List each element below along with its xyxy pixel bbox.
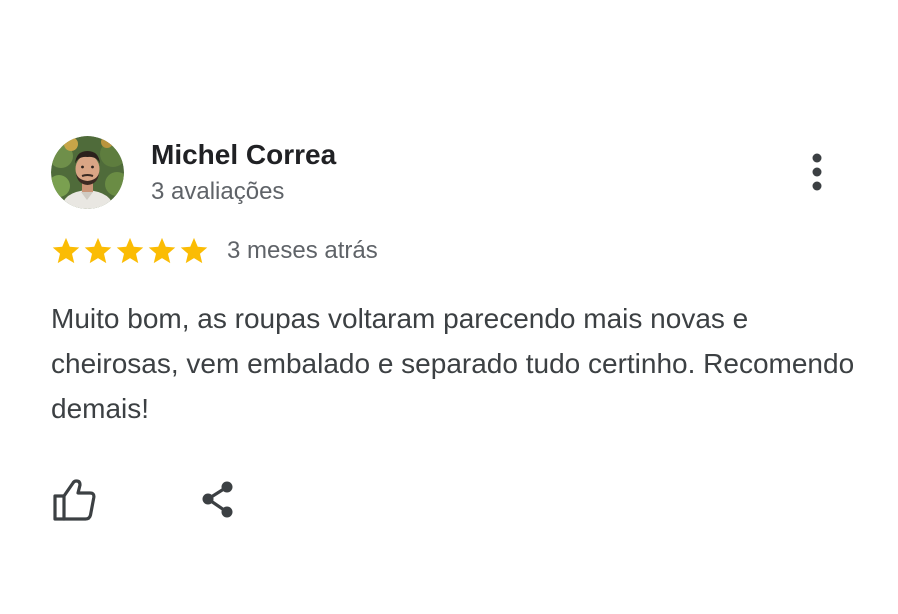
star-rating (51, 236, 211, 266)
like-button[interactable] (50, 478, 98, 522)
avatar-image (51, 136, 124, 209)
star-icon (84, 237, 112, 264)
more-vert-icon (812, 153, 822, 191)
thumb-up-icon (53, 479, 96, 521)
share-icon (202, 481, 233, 518)
star-icon (148, 237, 176, 264)
share-button[interactable] (196, 478, 240, 522)
more-options-button[interactable] (800, 150, 834, 196)
reviewer-name[interactable]: Michel Correa (151, 139, 336, 171)
reviewer-review-count: 3 avaliações (151, 178, 285, 205)
star-icon (180, 237, 208, 264)
review-text: Muito bom, as roupas voltaram parecendo … (51, 303, 855, 424)
review-date: 3 meses atrás (227, 237, 378, 264)
star-icon (116, 237, 144, 264)
star-icon (52, 237, 80, 264)
avatar[interactable] (51, 136, 124, 209)
rating-row: 3 meses atrás (51, 233, 378, 269)
review-card: Michel Correa 3 avaliações 3 meses atrás… (0, 0, 898, 614)
